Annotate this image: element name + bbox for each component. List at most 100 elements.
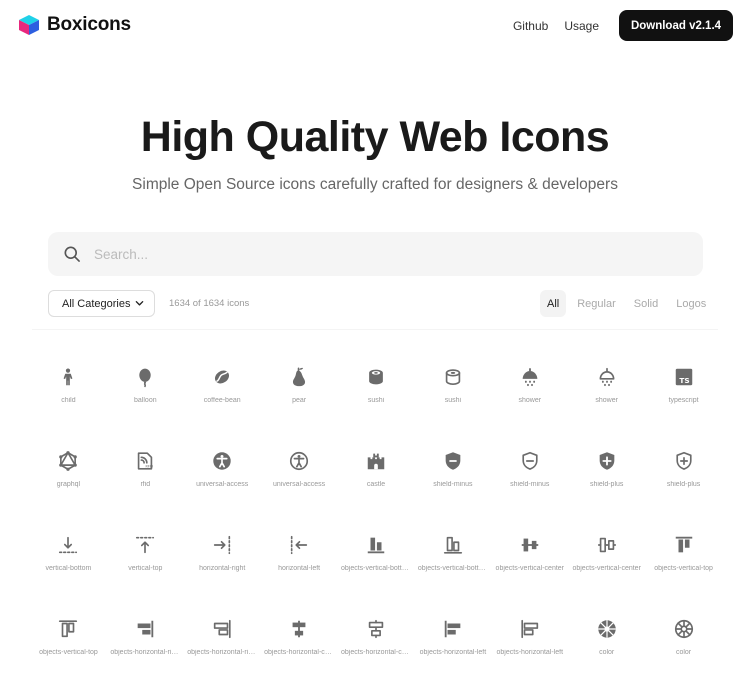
icon-tile-label: shield-plus [666, 481, 701, 488]
color-solid-icon [597, 620, 616, 638]
icon-tile[interactable]: objects-vertical-top [645, 528, 722, 612]
icon-tile-label: objects-vertical-top [654, 565, 713, 572]
icon-tile-label: objects-horizontal-left [496, 649, 564, 656]
objects-vertical-top-regular-icon [59, 620, 78, 638]
icon-tile-label: rfid [140, 481, 151, 488]
divider [32, 329, 718, 330]
vertical-bottom-icon [59, 536, 78, 554]
download-button[interactable]: Download v2.1.4 [619, 10, 733, 41]
horizontal-left-icon [290, 535, 308, 555]
nav-usage-link[interactable]: Usage [564, 19, 599, 33]
objects-horizontal-right-regular-icon [214, 619, 231, 639]
graphql-icon [59, 451, 78, 471]
objects-horizontal-left-solid-icon [444, 620, 461, 638]
objects-vertical-center-solid-icon [521, 538, 539, 552]
icon-tile[interactable]: objects-vertical-bottom [338, 528, 415, 612]
icon-tile-label: sushi [444, 397, 462, 404]
icon-tile[interactable]: child [30, 360, 107, 444]
icon-tile[interactable]: objects-vertical-center [491, 528, 568, 612]
icon-tile[interactable]: graphql [30, 444, 107, 528]
icon-tile[interactable]: shield-minus [491, 444, 568, 528]
objects-horizontal-center-regular-icon [368, 619, 384, 639]
icon-tile[interactable]: shower [568, 360, 645, 444]
svg-text:RFID: RFID [146, 464, 154, 468]
icon-tile[interactable]: objects-horizontal-right [184, 612, 261, 680]
icon-tile[interactable]: objects-horizontal-right [107, 612, 184, 680]
icon-tile[interactable]: castle [338, 444, 415, 528]
icon-tile[interactable]: horizontal-left [261, 528, 338, 612]
icon-tile[interactable]: balloon [107, 360, 184, 444]
objects-horizontal-left-regular-icon [521, 619, 538, 639]
icon-tile[interactable]: shield-plus [645, 444, 722, 528]
icon-grid: child balloon coffee-bean pear sushi sushi sho… [30, 360, 720, 680]
icon-tile[interactable]: vertical-top [107, 528, 184, 612]
page-subtitle: Simple Open Source icons carefully craft… [132, 176, 618, 193]
universal-access-regular-icon [290, 451, 309, 471]
category-select[interactable]: All Categories [48, 290, 155, 317]
icon-tile[interactable]: color [568, 612, 645, 680]
search-icon [64, 246, 80, 262]
icon-tile[interactable]: horizontal-right [184, 528, 261, 612]
sushi-solid-icon [369, 369, 383, 385]
shield-minus-solid-icon [445, 452, 461, 470]
boxicons-logo-icon [19, 15, 39, 35]
icon-tile-label: objects-vertical-bottom [417, 565, 488, 572]
rfid-icon: RFID [138, 452, 154, 470]
icon-tile[interactable]: sushi [414, 360, 491, 444]
icon-tile[interactable]: objects-horizontal-left [491, 612, 568, 680]
icon-tile-label: shield-minus [433, 481, 473, 488]
icon-tile[interactable]: shower [491, 360, 568, 444]
objects-vertical-bottom-solid-icon [367, 537, 385, 554]
icon-tile-label: child [61, 397, 76, 404]
color-regular-icon [674, 619, 693, 639]
icon-tile-label: horizontal-left [278, 565, 321, 572]
objects-vertical-bottom-regular-icon [443, 536, 462, 554]
icon-tile[interactable]: sushi [338, 360, 415, 444]
child-icon [64, 368, 73, 386]
icon-tile[interactable]: RFID rfid [107, 444, 184, 528]
icon-tile-label: coffee-bean [203, 397, 241, 404]
shower-solid-icon [522, 368, 538, 387]
search-input[interactable] [94, 232, 684, 276]
tab-regular[interactable]: Regular [570, 290, 623, 317]
tab-logos[interactable]: Logos [669, 290, 713, 317]
objects-vertical-center-regular-icon [597, 537, 616, 553]
icon-tile[interactable]: objects-horizontal-center [261, 612, 338, 680]
icon-tile[interactable]: objects-horizontal-center [338, 612, 415, 680]
icon-tile[interactable]: objects-vertical-center [568, 528, 645, 612]
shield-plus-solid-icon [599, 452, 615, 470]
icon-tile[interactable]: color [645, 612, 722, 680]
objects-horizontal-right-solid-icon [137, 620, 154, 638]
icon-tile[interactable]: universal-access [261, 444, 338, 528]
chevron-down-icon [135, 301, 144, 306]
icon-tile[interactable]: vertical-bottom [30, 528, 107, 612]
icon-tile[interactable]: objects-horizontal-left [414, 612, 491, 680]
balloon-icon [139, 368, 152, 388]
icon-tile[interactable]: shield-plus [568, 444, 645, 528]
icon-tile[interactable]: universal-access [184, 444, 261, 528]
icon-tile-label: objects-vertical-center [495, 565, 565, 572]
logo[interactable]: Boxicons [17, 13, 131, 37]
icon-tile-label: vertical-bottom [45, 565, 92, 572]
icon-tile[interactable]: objects-vertical-top [30, 612, 107, 680]
typescript-icon: TS [675, 368, 692, 386]
icon-tile-label: objects-horizontal-right [110, 649, 181, 656]
castle-icon [367, 453, 385, 470]
top-nav: Github Usage Download v2.1.4 [513, 10, 733, 41]
icon-tile[interactable]: coffee-bean [184, 360, 261, 444]
coffee-bean-icon [215, 370, 230, 384]
objects-vertical-top-solid-icon [675, 536, 692, 553]
icon-tile[interactable]: pear [261, 360, 338, 444]
icon-tile[interactable]: shield-minus [414, 444, 491, 528]
tab-solid[interactable]: Solid [627, 290, 665, 317]
icon-tile-label: color [675, 649, 692, 656]
tab-all[interactable]: All [540, 290, 567, 317]
top-bar: Boxicons Github Usage Download v2.1.4 [0, 0, 750, 52]
icon-tile-label: castle [366, 481, 386, 488]
nav-github-link[interactable]: Github [513, 19, 548, 33]
icon-tile-label: balloon [134, 397, 157, 404]
icon-tile-label: pear [292, 397, 307, 404]
icon-tile-label: objects-horizontal-center [264, 649, 335, 656]
icon-tile[interactable]: TS typescript [645, 360, 722, 444]
icon-tile[interactable]: objects-vertical-bottom [414, 528, 491, 612]
